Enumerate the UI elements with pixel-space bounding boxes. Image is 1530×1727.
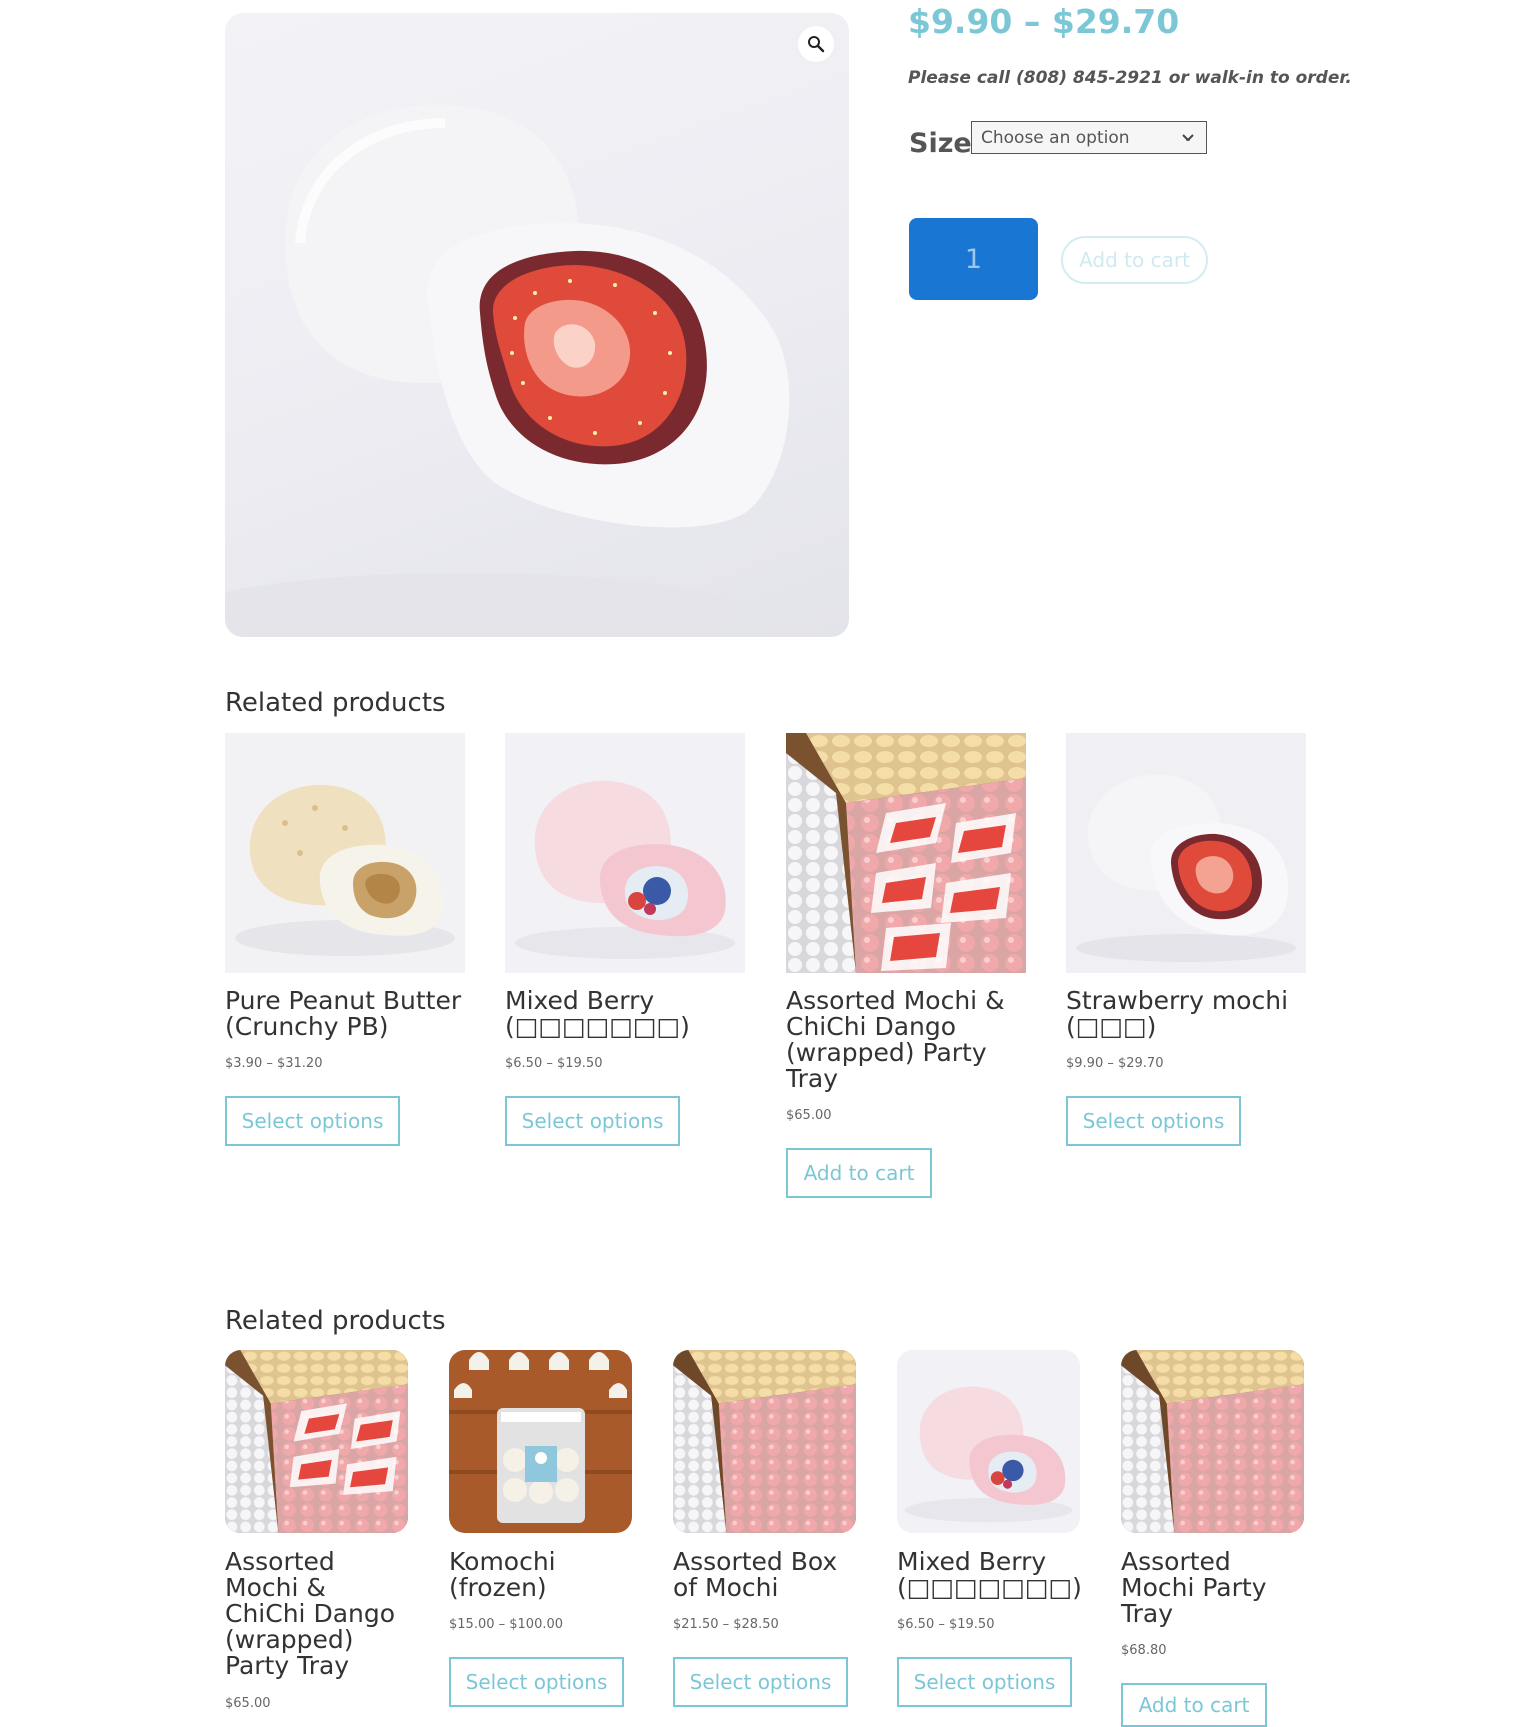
select-options-button[interactable]: Select options <box>505 1096 680 1146</box>
product-title[interactable]: Assorted Mochi & ChiChi Dango (wrapped) … <box>786 988 1026 1092</box>
product-image-party-tray-wrapped[interactable] <box>786 733 1026 973</box>
product-main-image[interactable] <box>225 13 849 637</box>
product-title[interactable]: Strawberry mochi (□□□) <box>1066 988 1306 1040</box>
product-title[interactable]: Pure Peanut Butter (Crunchy PB) <box>225 988 465 1040</box>
quantity-input[interactable]: 1 <box>909 218 1038 300</box>
product-title[interactable]: Mixed Berry (□□□□□□□) <box>505 988 750 1040</box>
related-products-title: Related products <box>225 1306 446 1336</box>
zoom-button[interactable] <box>798 26 834 62</box>
product-image-assorted-party-tray[interactable] <box>1121 1350 1304 1533</box>
product-title[interactable]: Mixed Berry (□□□□□□□) <box>897 1549 1087 1601</box>
select-options-button[interactable]: Select options <box>225 1096 400 1146</box>
product-price: $6.50 – $19.50 <box>897 1617 995 1632</box>
magnifier-icon <box>807 35 825 53</box>
size-label: Size <box>909 128 972 159</box>
chevron-down-icon <box>1180 128 1196 146</box>
add-to-cart-button[interactable]: Add to cart <box>1061 236 1208 284</box>
product-title[interactable]: Assorted Mochi & ChiChi Dango (wrapped) … <box>225 1549 410 1679</box>
product-image-assorted-box[interactable] <box>673 1350 856 1533</box>
select-options-button[interactable]: Select options <box>1066 1096 1241 1146</box>
select-options-button[interactable]: Select options <box>897 1657 1072 1707</box>
product-image-party-tray-wrapped[interactable] <box>225 1350 408 1533</box>
product-price: $21.50 – $28.50 <box>673 1617 779 1632</box>
product-price: $3.90 – $31.20 <box>225 1056 323 1071</box>
product-title[interactable]: Assorted Box of Mochi <box>673 1549 858 1601</box>
product-image-mixed-berry[interactable] <box>897 1350 1080 1533</box>
product-price: $15.00 – $100.00 <box>449 1617 564 1632</box>
product-image-komochi[interactable] <box>449 1350 632 1533</box>
product-image-peanut-butter[interactable] <box>225 733 465 973</box>
product-image-mixed-berry[interactable] <box>505 733 745 973</box>
product-title[interactable]: Komochi (frozen) <box>449 1549 634 1601</box>
product-price: $6.50 – $19.50 <box>505 1056 603 1071</box>
product-price: $65.00 <box>225 1696 271 1711</box>
product-title[interactable]: Assorted Mochi Party Tray <box>1121 1549 1306 1627</box>
add-to-cart-button[interactable]: Add to cart <box>786 1148 932 1198</box>
product-price: $9.90 – $29.70 <box>1066 1056 1164 1071</box>
size-select[interactable]: Choose an option <box>971 121 1207 154</box>
select-options-button[interactable]: Select options <box>449 1657 624 1707</box>
price-range: $9.90 – $29.70 <box>908 2 1180 41</box>
product-price: $65.00 <box>786 1108 832 1123</box>
order-note: Please call (808) 845-2921 or walk-in to… <box>908 68 1352 88</box>
product-image-strawberry-mochi[interactable] <box>1066 733 1306 973</box>
related-products-title: Related products <box>225 688 446 718</box>
add-to-cart-button[interactable]: Add to cart <box>1121 1683 1267 1727</box>
size-select-value: Choose an option <box>981 127 1130 148</box>
product-price: $68.80 <box>1121 1643 1167 1658</box>
select-options-button[interactable]: Select options <box>673 1657 848 1707</box>
